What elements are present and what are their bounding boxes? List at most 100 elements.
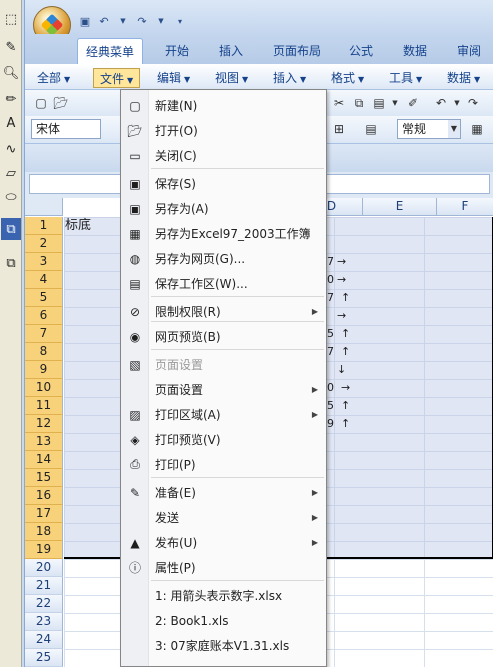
file-menu-item[interactable]: ◍ 另存为网页(G)... (121, 246, 326, 271)
row-header[interactable]: 18 (25, 523, 63, 541)
dropdown-icon[interactable]: ▼ (115, 13, 131, 29)
row-header[interactable]: 19 (25, 541, 63, 559)
undo-icon[interactable]: ↶ (433, 95, 449, 111)
row-header[interactable]: 22 (25, 595, 63, 613)
row-header[interactable]: 23 (25, 613, 63, 631)
tab-insert[interactable]: 插入 (211, 38, 251, 64)
file-menu-item[interactable]: ◉ 网页预览(B) (121, 324, 326, 349)
polygon-icon[interactable]: ▱ (1, 162, 21, 184)
row-header[interactable]: 9 (25, 361, 63, 379)
row-header[interactable]: 5 (25, 289, 63, 307)
merge-center-icon[interactable]: ⊞ (331, 121, 347, 137)
row-header[interactable]: 3 (25, 253, 63, 271)
paste-icon[interactable]: ▤ (371, 95, 387, 111)
text-tool-icon[interactable]: A (1, 112, 21, 134)
file-menu-item[interactable]: ✎ 准备(E) ▶ (121, 480, 326, 505)
column-header-e[interactable]: E (363, 198, 437, 216)
menu-file[interactable]: 文件 ▼ (93, 68, 141, 88)
dropdown-icon[interactable]: ▼ (153, 13, 169, 29)
shape-icon[interactable]: ⧉ (1, 252, 21, 274)
recent-file-item[interactable]: 2: Book1.xls (121, 608, 326, 633)
tab-page-layout[interactable]: 页面布局 (265, 38, 329, 64)
row-header[interactable]: 15 (25, 469, 63, 487)
file-menu-item[interactable]: ▣ 另存为(A) (121, 196, 326, 221)
file-menu-item[interactable]: 页面设置 ▶ (121, 377, 326, 402)
file-menu-item[interactable]: ⎙ 打印(P) (121, 452, 326, 477)
ellipse-icon[interactable]: ⬭ (1, 186, 21, 208)
new-icon[interactable]: ▢ (33, 95, 49, 111)
file-menu-item[interactable]: 发送 ▶ (121, 505, 326, 530)
percent-icon[interactable]: ▦ (469, 121, 485, 137)
pencil-icon[interactable]: ✏ (1, 88, 21, 110)
menu-data[interactable]: 数据 ▼ (441, 68, 486, 88)
row-header[interactable]: 11 (25, 397, 63, 415)
magnifier-icon[interactable]: 🔍︎ (1, 62, 21, 84)
number-format-select[interactable]: 常规 ▼ (397, 119, 461, 139)
redo-icon[interactable]: ↷ (134, 13, 150, 29)
row-header[interactable]: 21 (25, 577, 63, 595)
file-menu-item[interactable]: ▭ 关闭(C) (121, 143, 326, 168)
undo-icon[interactable]: ↶ (96, 13, 112, 29)
select-rect-icon[interactable]: ⬚ (1, 8, 21, 30)
font-name-select[interactable]: 宋体 (31, 119, 101, 139)
menu-view[interactable]: 视图 ▼ (209, 68, 254, 88)
row-header[interactable]: 14 (25, 451, 63, 469)
row-header[interactable]: 4 (25, 271, 63, 289)
file-menu-item[interactable]: 📂︎ 打开(O) (121, 118, 326, 143)
tab-classic-menu[interactable]: 经典菜单 (77, 38, 144, 64)
curve-icon[interactable]: ∿ (1, 138, 21, 160)
arrow-glyph: ↑ (341, 417, 351, 430)
row-header[interactable]: 7 (25, 325, 63, 343)
row-header[interactable]: 25 (25, 649, 63, 667)
row-header[interactable]: 24 (25, 631, 63, 649)
row-header[interactable]: 20 (25, 559, 63, 577)
row-header[interactable]: 8 (25, 343, 63, 361)
open-icon[interactable]: 📂︎ (53, 95, 69, 111)
tab-formulas[interactable]: 公式 (341, 38, 381, 64)
menu-all[interactable]: 全部 ▼ (31, 68, 76, 88)
redo-icon[interactable]: ↷ (465, 95, 481, 111)
column-header-f[interactable]: F (437, 198, 493, 216)
file-menu-item[interactable]: ▤ 保存工作区(W)... (121, 271, 326, 296)
menu-format[interactable]: 格式 ▼ (325, 68, 370, 88)
row-header[interactable]: 16 (25, 487, 63, 505)
menu-tools[interactable]: 工具 ▼ (383, 68, 428, 88)
recent-file-item[interactable]: 1: 用箭头表示数字.xlsx (121, 583, 326, 608)
menu-edit[interactable]: 编辑 ▼ (151, 68, 196, 88)
format-painter-icon[interactable]: ✐ (405, 95, 421, 111)
file-menu-item-label: 新建(N) (155, 99, 198, 113)
tab-data[interactable]: 数据 (395, 38, 435, 64)
row-header[interactable]: 10 (25, 379, 63, 397)
file-menu-item[interactable]: ▣ 保存(S) (121, 171, 326, 196)
row-header[interactable]: 2 (25, 235, 63, 253)
copy-shape-icon[interactable]: ⧉ (1, 218, 21, 240)
copy-icon[interactable]: ⧉ (351, 95, 367, 111)
file-menu-item[interactable]: ▦ 另存为Excel97_2003工作簿 (121, 221, 326, 246)
row-header[interactable]: 13 (25, 433, 63, 451)
row-header[interactable]: 12 (25, 415, 63, 433)
file-menu-item[interactable]: ▨ 打印区域(A) ▶ (121, 402, 326, 427)
dropdown-icon[interactable]: ▼ (449, 95, 465, 111)
cut-icon[interactable]: ✂ (331, 95, 347, 111)
file-menu-item[interactable]: ▢ 新建(N) (121, 93, 326, 118)
menu-insert[interactable]: 插入 ▼ (267, 68, 312, 88)
row-header[interactable]: 17 (25, 505, 63, 523)
customize-qat-icon[interactable]: ▾ (172, 13, 188, 29)
tab-home[interactable]: 开始 (157, 38, 197, 64)
row-header[interactable]: 1 (25, 217, 63, 235)
file-menu-item[interactable]: ◈ 打印预览(V) (121, 427, 326, 452)
close-all-item[interactable]: ▭全部关闭(C) (121, 660, 326, 667)
dropdown-icon[interactable]: ▼ (387, 95, 403, 111)
cell-a1[interactable]: 标底 (65, 217, 91, 235)
recent-file-item[interactable]: 3: 07家庭账本V1.31.xls (121, 633, 326, 658)
file-menu-item[interactable]: ▲ 发布(U) ▶ (121, 530, 326, 555)
save-icon[interactable]: ▣ (77, 13, 93, 29)
row-header[interactable]: 6 (25, 307, 63, 325)
fill-icon[interactable]: ✎ (1, 36, 21, 58)
file-menu-item[interactable]: ⓘ 属性(P) (121, 555, 326, 580)
file-menu-item-label: 另存为网页(G)... (155, 252, 246, 266)
wrap-icon[interactable]: ▤ (363, 121, 379, 137)
tab-review[interactable]: 审阅 (449, 38, 489, 64)
menu-all-label: 全部 (37, 71, 62, 85)
select-all-corner[interactable] (25, 198, 63, 216)
